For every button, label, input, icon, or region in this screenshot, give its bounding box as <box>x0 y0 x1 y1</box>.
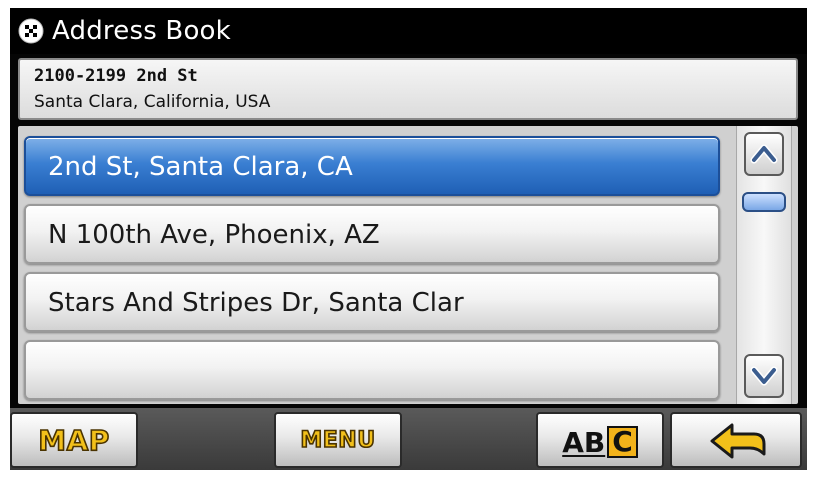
map-button-label: MAP <box>37 423 110 458</box>
title-bar: Address Book <box>10 8 807 54</box>
chevron-down-icon <box>750 366 778 386</box>
list-item-label: N 100th Ave, Phoenix, AZ <box>48 220 380 250</box>
map-button[interactable]: MAP <box>10 412 138 468</box>
back-button[interactable] <box>670 412 802 468</box>
menu-button-label: MENU <box>300 427 376 454</box>
menu-button[interactable]: MENU <box>274 412 402 468</box>
list-item-label: 2nd St, Santa Clara, CA <box>48 152 353 182</box>
back-arrow-icon <box>710 423 766 459</box>
list-item[interactable] <box>24 340 720 400</box>
scroll-down-button[interactable] <box>744 354 784 398</box>
address-line-2: Santa Clara, California, USA <box>34 92 271 112</box>
address-line-1: 2100-2199 2nd St <box>34 66 198 86</box>
list-scrollbar[interactable] <box>736 126 792 404</box>
scroll-up-button[interactable] <box>744 132 784 176</box>
abc-label-ab: AB <box>562 425 606 459</box>
list-item[interactable]: 2nd St, Santa Clara, CA <box>24 136 720 196</box>
chevron-up-icon <box>750 144 778 164</box>
list-item[interactable]: N 100th Ave, Phoenix, AZ <box>24 204 720 264</box>
scroll-thumb[interactable] <box>742 192 786 212</box>
checkered-flag-icon <box>18 18 44 44</box>
bottom-toolbar: MAP MENU AB C <box>10 408 807 470</box>
abc-keyboard-button[interactable]: AB C <box>536 412 664 468</box>
list-item[interactable]: Stars And Stripes Dr, Santa Clar <box>24 272 720 332</box>
list-item-label: Stars And Stripes Dr, Santa Clar <box>48 288 464 318</box>
selected-address-panel: 2100-2199 2nd St Santa Clara, California… <box>18 58 798 120</box>
address-list: 2nd St, Santa Clara, CA N 100th Ave, Pho… <box>18 126 798 404</box>
window-title: Address Book <box>52 16 231 46</box>
abc-icon: AB C <box>538 424 662 459</box>
device-screen: Address Book 2100-2199 2nd St Santa Clar… <box>10 8 807 470</box>
abc-label-c: C <box>607 426 638 458</box>
